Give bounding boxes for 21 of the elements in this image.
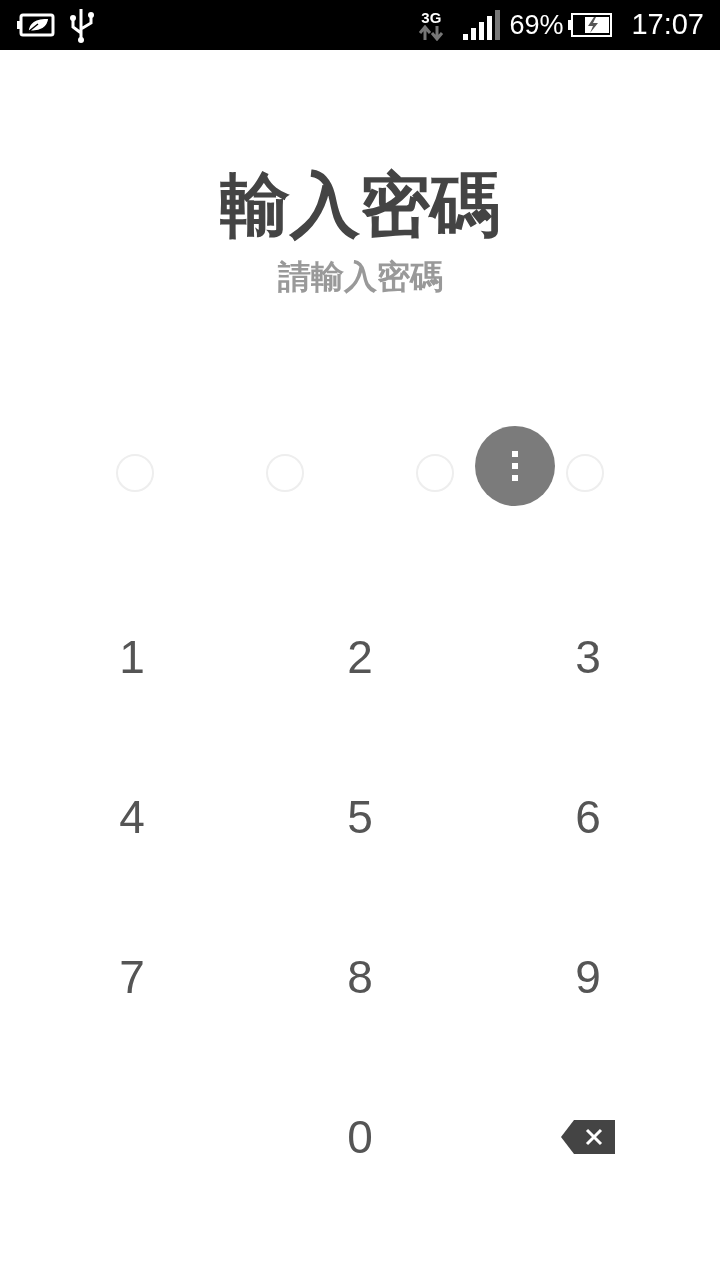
- keypad-key[interactable]: 9: [528, 917, 648, 1037]
- keypad-key[interactable]: 0: [300, 1077, 420, 1197]
- keypad-key[interactable]: 3: [528, 597, 648, 717]
- backspace-icon: [560, 1119, 616, 1155]
- signal-icon: [463, 10, 502, 40]
- more-vertical-icon: [512, 451, 518, 481]
- keypad-key[interactable]: 8: [300, 917, 420, 1037]
- keypad-key[interactable]: 7: [72, 917, 192, 1037]
- keypad-key[interactable]: 6: [528, 757, 648, 877]
- page-title: 輸入密碼: [220, 165, 500, 245]
- battery-saver-icon: [16, 12, 56, 38]
- network-type: 3G: [421, 9, 442, 25]
- keypad-key[interactable]: 5: [300, 757, 420, 877]
- keypad-key[interactable]: 4: [72, 757, 192, 877]
- data-arrows-icon: [417, 24, 446, 41]
- battery-charging-icon: [567, 12, 614, 38]
- keypad-key[interactable]: 1: [72, 597, 192, 717]
- keypad-key[interactable]: 2: [300, 597, 420, 717]
- page-subtitle: 請輸入密碼: [277, 257, 443, 297]
- battery-percent: 69%: [509, 8, 564, 42]
- clock: 17:07: [631, 7, 704, 43]
